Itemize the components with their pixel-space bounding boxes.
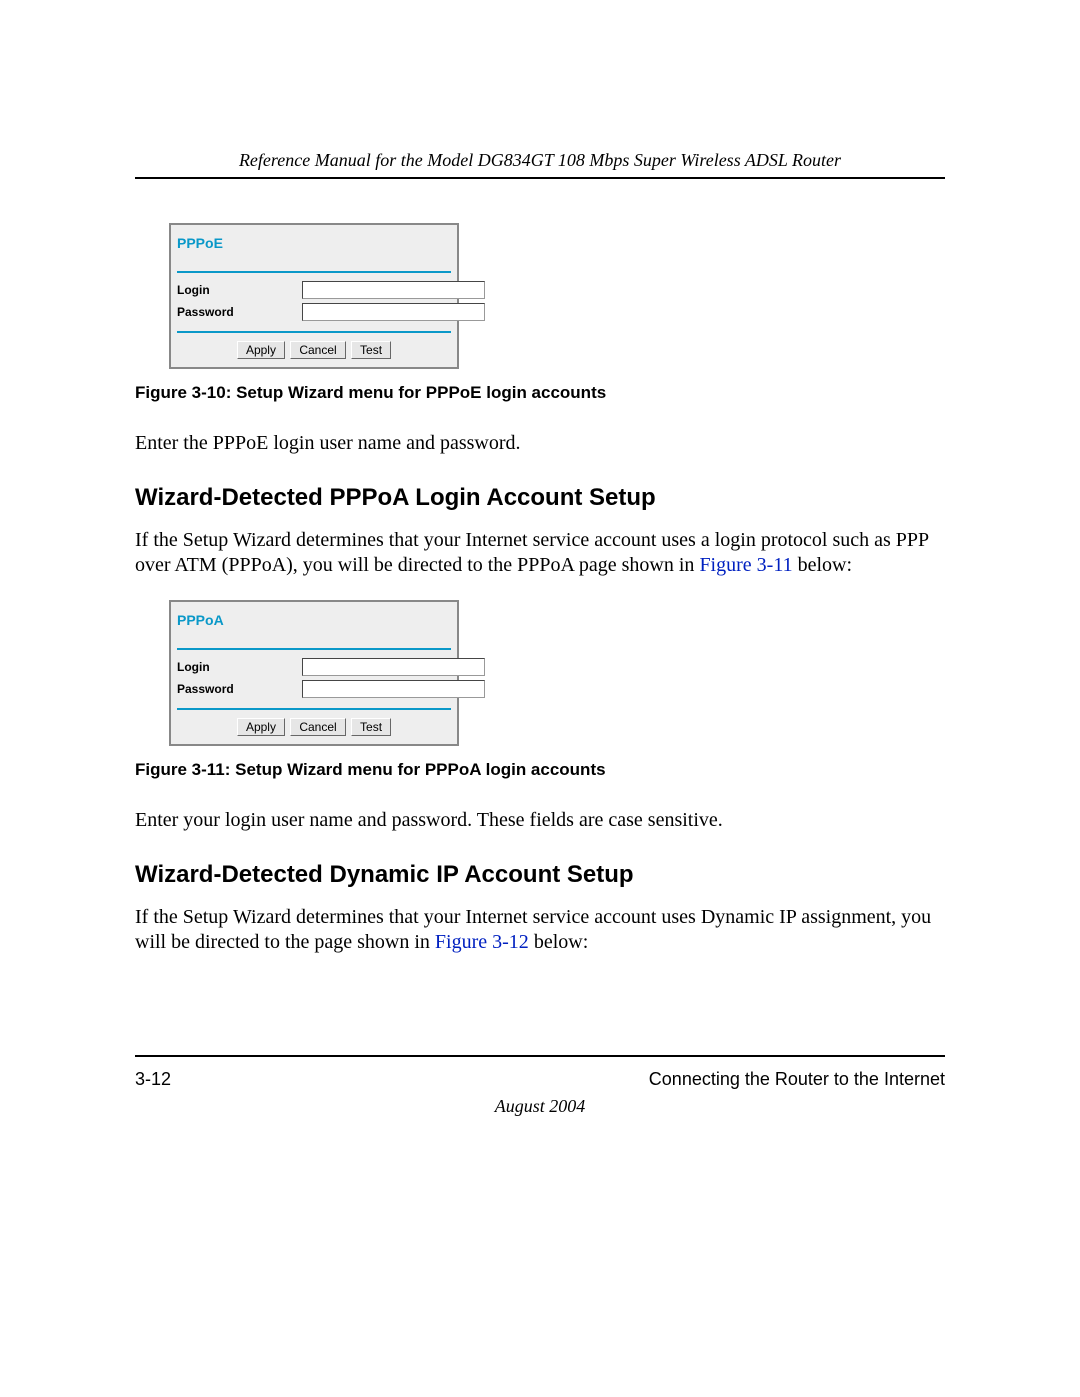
login-label: Login [177,283,302,297]
page-number: 3-12 [135,1069,171,1090]
test-button[interactable]: Test [351,341,391,359]
password-label: Password [177,305,302,319]
figure-caption: Figure 3-11: Setup Wizard menu for PPPoA… [135,760,945,780]
page: Reference Manual for the Model DG834GT 1… [0,0,1080,1397]
figure-link[interactable]: Figure 3-12 [435,931,529,953]
figure-caption: Figure 3-10: Setup Wizard menu for PPPoE… [135,383,945,403]
panel-title: PPPoA [175,606,453,630]
text-span: below: [793,554,852,576]
section-heading-dynamic-ip: Wizard-Detected Dynamic IP Account Setup [135,861,945,889]
login-label: Login [177,660,302,674]
divider [177,271,451,273]
footer-date: August 2004 [135,1096,945,1117]
section-heading-pppoa: Wizard-Detected PPPoA Login Account Setu… [135,484,945,512]
password-row: Password [175,301,453,323]
panel-title: PPPoE [175,229,453,253]
divider [177,648,451,650]
figure-link[interactable]: Figure 3-11 [699,554,792,576]
divider [177,331,451,333]
test-button[interactable]: Test [351,718,391,736]
login-row: Login [175,279,453,301]
password-label: Password [177,682,302,696]
panel-title-text: PPPoA [177,612,224,628]
pppoe-setup-panel: PPPoE Login Password Apply Cancel Test [169,223,459,369]
body-text: Enter the PPPoE login user name and pass… [135,431,945,456]
password-input[interactable] [302,303,485,321]
pppoa-setup-panel: PPPoA Login Password Apply Cancel Test [169,600,459,746]
panel-title-text: PPPoE [177,235,223,251]
section-title: Connecting the Router to the Internet [649,1069,945,1090]
body-text: Enter your login user name and password.… [135,808,945,833]
running-header: Reference Manual for the Model DG834GT 1… [135,150,945,179]
page-footer: 3-12 Connecting the Router to the Intern… [135,1047,945,1117]
footer-rule [135,1055,945,1057]
divider [177,708,451,710]
login-input[interactable] [302,281,485,299]
button-row: Apply Cancel Test [175,341,453,359]
body-text: If the Setup Wizard determines that your… [135,905,945,955]
body-text: If the Setup Wizard determines that your… [135,528,945,578]
login-row: Login [175,656,453,678]
password-input[interactable] [302,680,485,698]
login-input[interactable] [302,658,485,676]
password-row: Password [175,678,453,700]
cancel-button[interactable]: Cancel [290,341,345,359]
text-span: below: [529,931,588,953]
cancel-button[interactable]: Cancel [290,718,345,736]
footer-row: 3-12 Connecting the Router to the Intern… [135,1065,945,1090]
apply-button[interactable]: Apply [237,718,285,736]
apply-button[interactable]: Apply [237,341,285,359]
button-row: Apply Cancel Test [175,718,453,736]
